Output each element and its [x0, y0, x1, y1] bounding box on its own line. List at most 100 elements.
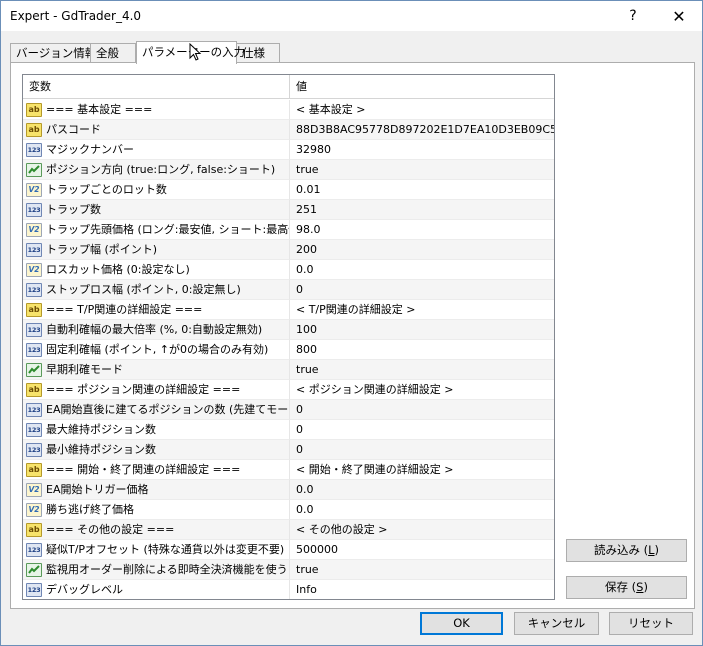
parameter-row[interactable]: 123 固定利確幅 (ポイント, ↑が0の場合のみ有効) 800 [23, 340, 554, 360]
parameter-row[interactable]: V2 EA開始トリガー価格 0.0 [23, 480, 554, 500]
parameter-name-cell: 123 トラップ幅 (ポイント) [23, 240, 290, 260]
column-header-value[interactable]: 値 [290, 75, 554, 99]
ok-button[interactable]: OK [420, 612, 503, 635]
parameter-row[interactable]: V2 トラップ先頭価格 (ロング:最安値, ショート:最高値) 98.0 [23, 220, 554, 240]
integer-type-icon: 123 [26, 283, 42, 297]
parameter-value[interactable]: < 開始・終了関連の詳細設定 > [290, 460, 554, 480]
tab-version-info[interactable]: バージョン情報 [10, 43, 96, 63]
parameter-row[interactable]: ab === T/P関連の詳細設定 === < T/P関連の詳細設定 > [23, 300, 554, 320]
parameter-row[interactable]: ポジション方向 (true:ロング, false:ショート) true [23, 160, 554, 180]
tab-parameters[interactable]: パラメーターの入力 [136, 41, 245, 64]
string-type-icon: ab [26, 383, 42, 397]
parameter-row[interactable]: V2 勝ち逃げ終了価格 0.0 [23, 500, 554, 520]
parameter-value[interactable]: < T/P関連の詳細設定 > [290, 300, 554, 320]
parameter-value[interactable]: 0.0 [290, 260, 554, 280]
parameter-row[interactable]: 123 EA開始直後に建てるポジションの数 (先建てモード) 0 [23, 400, 554, 420]
parameter-row[interactable]: V2 ロスカット価格 (0:設定なし) 0.0 [23, 260, 554, 280]
parameter-row[interactable]: 監視用オーダー削除による即時全決済機能を使う true [23, 560, 554, 580]
cancel-button[interactable]: キャンセル [514, 612, 599, 635]
parameter-value[interactable]: < その他の設定 > [290, 520, 554, 540]
parameter-name-cell: ab === その他の設定 === [23, 520, 290, 540]
parameter-name-cell: V2 EA開始トリガー価格 [23, 480, 290, 500]
parameter-name: 固定利確幅 (ポイント, ↑が0の場合のみ有効) [46, 343, 269, 356]
save-button[interactable]: 保存 (S) [566, 576, 687, 599]
integer-type-icon: 123 [26, 143, 42, 157]
parameter-value[interactable]: 0.0 [290, 500, 554, 520]
parameter-row[interactable]: 123 トラップ幅 (ポイント) 200 [23, 240, 554, 260]
parameter-value[interactable]: 200 [290, 240, 554, 260]
parameter-row[interactable]: 123 デバッグレベル Info [23, 580, 554, 599]
parameter-value[interactable]: 98.0 [290, 220, 554, 240]
parameter-value[interactable]: 0 [290, 400, 554, 420]
parameter-value[interactable]: 800 [290, 340, 554, 360]
title-bar[interactable]: Expert - GdTrader_4.0 ? ✕ [1, 1, 702, 31]
parameter-value[interactable]: 0 [290, 440, 554, 460]
parameter-row[interactable]: 123 最大維持ポジション数 0 [23, 420, 554, 440]
parameter-row[interactable]: 123 自動利確幅の最大倍率 (%, 0:自動設定無効) 100 [23, 320, 554, 340]
parameter-row[interactable]: ab === ポジション関連の詳細設定 === < ポジション関連の詳細設定 > [23, 380, 554, 400]
load-button[interactable]: 読み込み (L) [566, 539, 687, 562]
mouse-cursor-icon [189, 43, 202, 61]
string-type-icon: ab [26, 103, 42, 117]
parameter-name: EA開始トリガー価格 [46, 483, 149, 496]
parameter-name: 早期利確モード [46, 363, 123, 376]
integer-type-icon: 123 [26, 443, 42, 457]
help-button[interactable]: ? [610, 1, 656, 31]
parameter-row[interactable]: 123 最小維持ポジション数 0 [23, 440, 554, 460]
parameter-value[interactable]: true [290, 160, 554, 180]
parameter-value[interactable]: 0.0 [290, 480, 554, 500]
parameter-name-cell: ab === T/P関連の詳細設定 === [23, 300, 290, 320]
parameter-name-cell: ab パスコード [23, 120, 290, 140]
integer-type-icon: 123 [26, 343, 42, 357]
parameter-value[interactable]: 0 [290, 280, 554, 300]
parameter-value[interactable]: 0.01 [290, 180, 554, 200]
parameter-row[interactable]: V2 トラップごとのロット数 0.01 [23, 180, 554, 200]
parameter-name: トラップ数 [46, 203, 101, 216]
parameter-value[interactable]: 500000 [290, 540, 554, 560]
parameter-name: 疑似T/Pオフセット (特殊な通貨以外は変更不要) [46, 543, 285, 556]
boolean-type-icon [26, 163, 42, 177]
parameter-name: === 基本設定 === [46, 103, 153, 116]
integer-type-icon: 123 [26, 583, 42, 597]
close-button[interactable]: ✕ [656, 1, 702, 31]
parameter-row[interactable]: ab === 基本設定 === < 基本設定 > [23, 100, 554, 120]
double-type-icon: V2 [26, 503, 42, 517]
column-header-variable[interactable]: 変数 [23, 75, 290, 99]
parameter-value[interactable]: < ポジション関連の詳細設定 > [290, 380, 554, 400]
parameter-value[interactable]: 0 [290, 420, 554, 440]
parameter-name: === 開始・終了関連の詳細設定 === [46, 463, 241, 476]
parameter-name-cell: 123 最大維持ポジション数 [23, 420, 290, 440]
parameter-row[interactable]: ab === その他の設定 === < その他の設定 > [23, 520, 554, 540]
parameter-row[interactable]: 早期利確モード true [23, 360, 554, 380]
parameter-name-cell: 123 自動利確幅の最大倍率 (%, 0:自動設定無効) [23, 320, 290, 340]
parameter-name: 勝ち逃げ終了価格 [46, 503, 134, 516]
window-title: Expert - GdTrader_4.0 [10, 9, 142, 23]
integer-type-icon: 123 [26, 203, 42, 217]
parameter-value[interactable]: < 基本設定 > [290, 100, 554, 120]
parameter-name: === その他の設定 === [46, 523, 175, 536]
tab-general[interactable]: 全般 [90, 43, 136, 63]
reset-button[interactable]: リセット [609, 612, 693, 635]
parameter-value[interactable]: 100 [290, 320, 554, 340]
parameter-value[interactable]: Info [290, 580, 554, 599]
parameter-name: 最小維持ポジション数 [46, 443, 156, 456]
parameter-row[interactable]: 123 トラップ数 251 [23, 200, 554, 220]
parameter-row[interactable]: ab パスコード 88D3B8AC95778D897202E1D7EA10D3EB0… [23, 120, 554, 140]
parameter-value[interactable]: true [290, 360, 554, 380]
parameter-name: 監視用オーダー削除による即時全決済機能を使う [46, 563, 288, 576]
parameter-name-cell: V2 トラップ先頭価格 (ロング:最安値, ショート:最高値) [23, 220, 290, 240]
parameter-name: ストップロス幅 (ポイント, 0:設定無し) [46, 283, 241, 296]
parameter-name: ポジション方向 (true:ロング, false:ショート) [46, 163, 276, 176]
parameter-row[interactable]: ab === 開始・終了関連の詳細設定 === < 開始・終了関連の詳細設定 > [23, 460, 554, 480]
parameter-row[interactable]: 123 ストップロス幅 (ポイント, 0:設定無し) 0 [23, 280, 554, 300]
parameter-name-cell: 123 疑似T/Pオフセット (特殊な通貨以外は変更不要) [23, 540, 290, 560]
parameter-value[interactable]: 88D3B8AC95778D897202E1D7EA10D3EB09C513 [290, 120, 554, 140]
double-type-icon: V2 [26, 223, 42, 237]
parameter-value[interactable]: true [290, 560, 554, 580]
parameter-row[interactable]: 123 疑似T/Pオフセット (特殊な通貨以外は変更不要) 500000 [23, 540, 554, 560]
parameter-row[interactable]: 123 マジックナンバー 32980 [23, 140, 554, 160]
parameters-panel: 変数 値 ab === 基本設定 === < 基本設定 > ab パスコード 88D3B8… [10, 62, 695, 609]
parameter-value[interactable]: 251 [290, 200, 554, 220]
parameter-value[interactable]: 32980 [290, 140, 554, 160]
parameter-name-cell: ab === ポジション関連の詳細設定 === [23, 380, 290, 400]
